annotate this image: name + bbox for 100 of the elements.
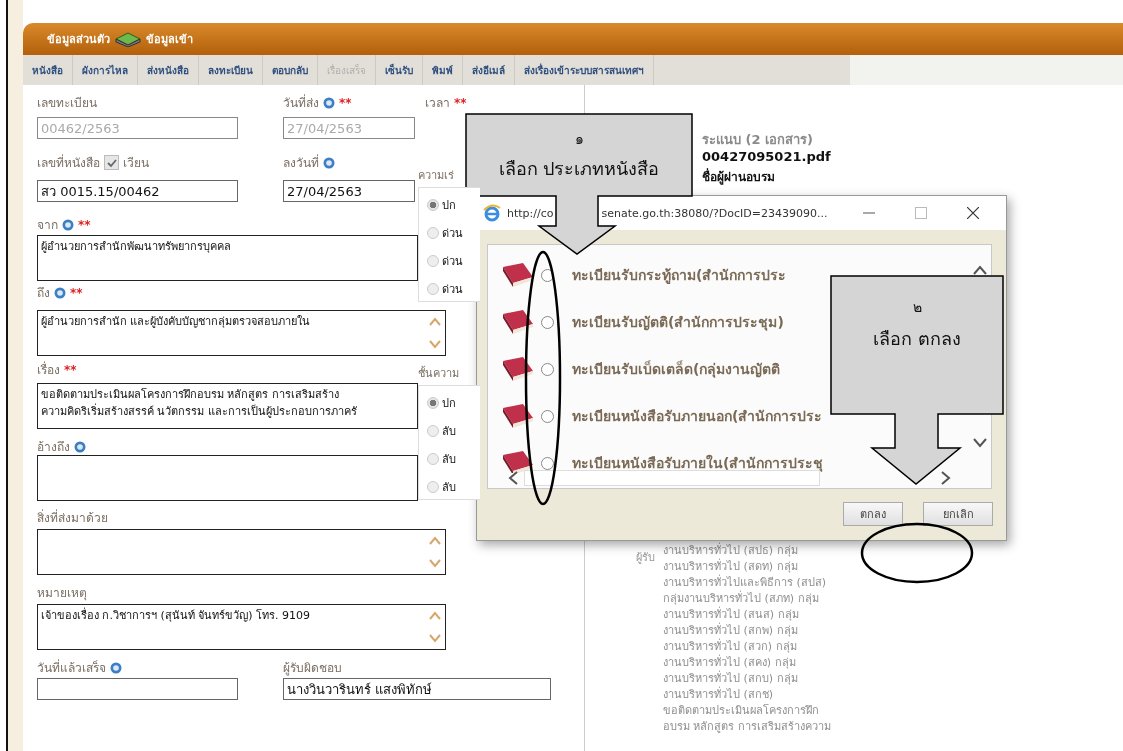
info-icon[interactable] [110, 661, 122, 674]
input-field[interactable]: สว 0015.15/00462 [37, 180, 238, 202]
required-mark: ** [64, 362, 77, 377]
toolbar-tab[interactable]: หนังสือ [23, 55, 73, 85]
radio-button[interactable] [541, 315, 554, 329]
subject-text: ขอติดตามประเมินผลโครงการฝึก [663, 703, 820, 719]
attachments-heading: ระแนบ (2 เอกสาร) [702, 131, 813, 149]
radio-button[interactable] [541, 409, 554, 423]
text-line: ผู้อำนวยการสำนัก และผู้บังคับบัญชากลุ่มตรวจสอบภายใน [41, 314, 311, 330]
field-label: เวลา [425, 95, 450, 112]
scroll-arrows-icon[interactable] [428, 315, 442, 351]
toolbar-tab[interactable]: ตอบกลับ [263, 55, 318, 85]
group-label: ชั้นความ [418, 365, 460, 382]
recipient-item: งานบริหารทั่วไป (สดท) กลุ่ม [663, 559, 799, 574]
text-line: ผู้อำนวยการสำนักพัฒนาทรัพยากรบุคคล [41, 239, 231, 255]
radio-label: ปก [442, 198, 456, 214]
text-area[interactable]: ขอติดตามประเมินผลโครงการฝึกอบรม หลักสูตร การเสริมสร้าง ความคิดริเริ่มสร้างสรรค์ นวัตกรรม และการเป็นผู้ประกอบการภาครั [37, 383, 418, 429]
window-title: http://co [507, 206, 554, 220]
callout-text: เลือก ตกลง [873, 327, 961, 351]
toolbar-tab[interactable]: เซ็นรับ [376, 55, 423, 85]
info-icon[interactable] [54, 286, 66, 299]
scroll-right-icon[interactable] [941, 471, 951, 485]
radio-button[interactable] [427, 481, 439, 493]
scrollbar-thumb[interactable] [524, 470, 820, 486]
scroll-down-icon[interactable] [973, 438, 987, 448]
text-area[interactable]: เจ้าของเรื่อง ก.วิชาการฯ (สุนันท์ จันทร์ขวัญ) โทร. 9109 [37, 604, 446, 650]
field-label: วันที่แล้วเสร็จ [37, 658, 106, 677]
recipient-item: งานบริหารทั่วไป (สนส) กลุ่ม [663, 607, 800, 622]
text-area[interactable]: ผู้อำนวยการสำนัก และผู้บังคับบัญชากลุ่มตรวจสอบภายใน [37, 310, 446, 356]
toolbar-tab[interactable]: ส่งเรื่องเข้าระบบสารสนเทศฯ [515, 55, 654, 85]
book-icon [501, 402, 535, 430]
field-label: ผู้รับผิดชอบ [283, 660, 342, 677]
inbox-tray-icon [114, 31, 142, 47]
radio-button[interactable] [427, 425, 439, 437]
field-label: เลขทะเบียน [37, 95, 97, 112]
field-label: ลงวันที่ [283, 153, 319, 172]
toolbar-tab[interactable]: ส่งหนังสือ [138, 55, 199, 85]
radio-button[interactable] [427, 283, 439, 295]
field-label: วันที่ส่ง [283, 93, 319, 112]
radio-button[interactable] [541, 362, 554, 376]
field-label: จาก [37, 217, 58, 234]
step-number: ๒ [912, 298, 922, 317]
date-field[interactable] [37, 678, 238, 700]
dialog-button[interactable]: ตกลง [843, 502, 903, 526]
book-icon [501, 355, 535, 383]
option-label[interactable]: ทะเบียนรับเบ็ดเตล็ด(กลุ่มงานญัตติ [572, 358, 781, 380]
field-label: ถึง [37, 285, 50, 302]
info-icon[interactable] [323, 156, 335, 169]
file-link[interactable]: 00427095021.pdf [702, 149, 831, 167]
toolbar-tab[interactable]: พิมพ์ [423, 55, 463, 85]
recipient-item: งานบริหารทั่วไปและพิธีการ (สปส) [663, 575, 828, 590]
required-mark: ** [70, 285, 83, 300]
radio-button[interactable] [427, 397, 439, 409]
toolbar-tab[interactable]: ลงทะเบียน [199, 55, 263, 85]
toolbar-tab[interactable]: ส่งอีเมล์ [463, 55, 515, 85]
input-field[interactable]: นางวินวารินทร์ แสงพิทักษ์ [283, 678, 551, 700]
field-label: เรื่อง [37, 360, 60, 379]
radio-button[interactable] [541, 456, 554, 470]
field-label: เลขที่หนังสือ [37, 153, 100, 172]
dialog-button[interactable]: ยกเลิก [923, 502, 993, 526]
text-line: เจ้าของเรื่อง ก.วิชาการฯ (สุนันท์ จันทร์ขวัญ) โทร. 9109 [41, 607, 311, 624]
text-area[interactable] [37, 455, 418, 501]
text-area[interactable]: ผู้อำนวยการสำนักพัฒนาทรัพยากรบุคคล [37, 235, 418, 281]
close-icon[interactable] [967, 207, 980, 219]
radio-button[interactable] [427, 255, 439, 267]
option-label[interactable]: ทะเบียนหนังสือรับภายใน(สำนักการประชุ [572, 452, 824, 473]
toolbar-tab[interactable]: ผังการไหล [73, 55, 138, 85]
field-label: อ้างถึง [37, 439, 70, 456]
radio-label: ด่วน [442, 282, 463, 298]
recipient-item: กลุ่มงานบริหารทั่วไป (สภท) กลุ่ม [663, 591, 820, 606]
recipient-item: งานบริหารทั่วไป (สคง) กลุ่ม [663, 655, 797, 670]
radio-button[interactable] [427, 453, 439, 465]
header-title: ข้อมูลเข้า [146, 32, 193, 48]
option-label[interactable]: ทะเบียนรับกระทู้ถาม(สำนักการประ [572, 264, 787, 286]
checkbox-label: เวียน [123, 155, 149, 172]
option-label[interactable]: ทะเบียนรับญัตติ(สำนักการประชุม) [572, 311, 784, 333]
book-icon [501, 261, 535, 289]
radio-label: ด่วน [442, 226, 463, 242]
step-number: ๑ [574, 130, 584, 149]
radio-button[interactable] [427, 199, 439, 211]
radio-label: ปก [442, 396, 456, 412]
option-label[interactable]: ทะเบียนหนังสือรับภายนอก(สำนักการประ [572, 405, 823, 427]
scroll-arrows-icon[interactable] [428, 609, 442, 645]
info-icon[interactable] [74, 440, 86, 453]
breadcrumb-section[interactable]: ข้อมูลส่วนตัว [47, 30, 110, 48]
required-mark: ** [454, 95, 467, 110]
scroll-up-icon[interactable] [973, 265, 987, 275]
recipient-item: งานบริหารทั่วไป (สกพ) กลุ่ม [663, 623, 799, 638]
field-label: หมายเหตุ [37, 585, 87, 602]
text-area[interactable] [37, 529, 446, 575]
book-icon [501, 308, 535, 336]
scroll-left-icon[interactable] [508, 471, 518, 485]
checkbox[interactable] [104, 155, 119, 170]
recipient-item: งานบริหารทั่วไป (สวก) กลุ่ม [663, 639, 798, 654]
radio-button[interactable] [427, 227, 439, 239]
info-icon[interactable] [62, 218, 74, 231]
text-line: ความคิดริเริ่มสร้างสรรค์ นวัตกรรม และการเป็นผู้ประกอบการภาครั [41, 403, 357, 420]
date-field[interactable]: 27/04/2563 [283, 180, 415, 202]
radio-label: ด่วน [442, 254, 463, 270]
scroll-arrows-icon[interactable] [428, 534, 442, 570]
